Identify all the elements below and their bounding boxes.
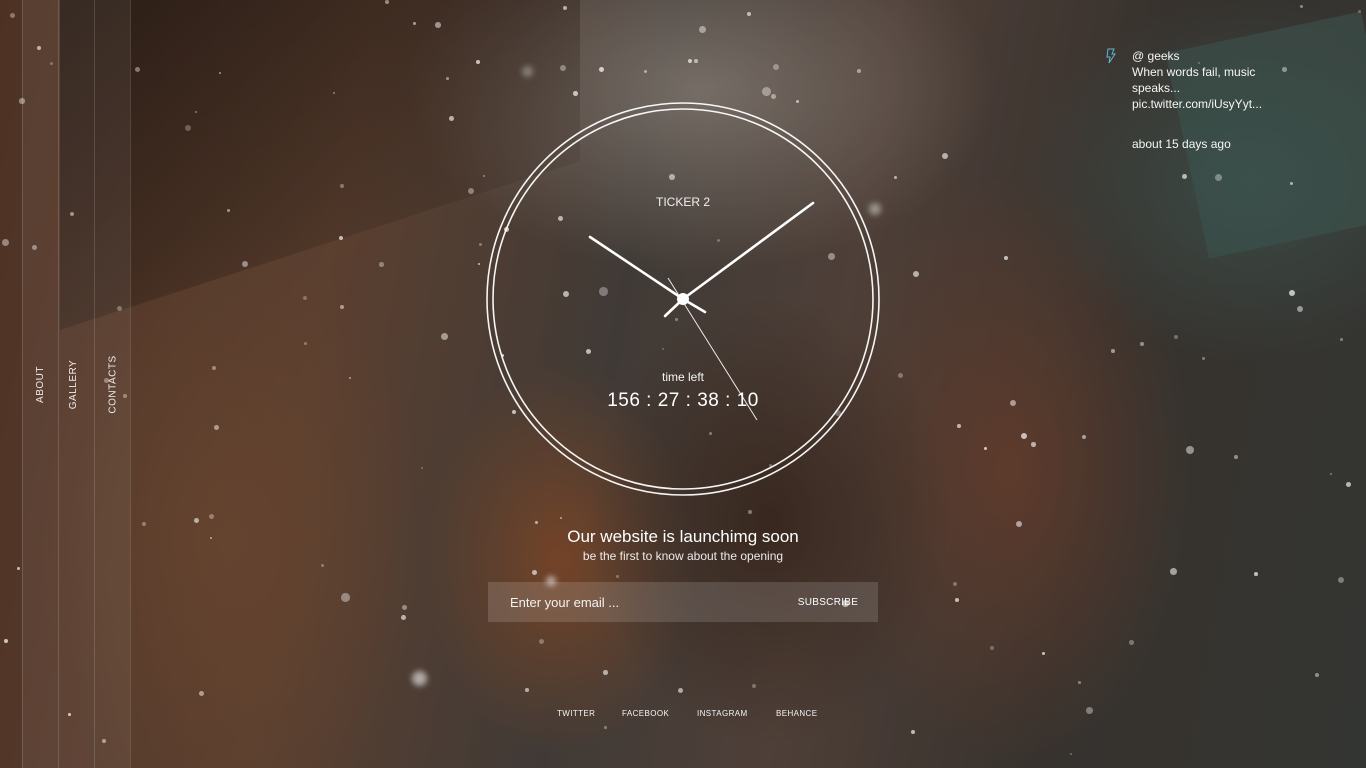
tweet-text: When words fail, music speaks... [1132, 65, 1256, 95]
snowflake [1031, 442, 1036, 447]
nav-divider [130, 0, 131, 768]
snowflake [435, 22, 441, 28]
clock-hour-hand [588, 235, 685, 301]
snowflake [1340, 338, 1343, 341]
snowflake [1254, 572, 1258, 576]
snowflake [1215, 174, 1222, 181]
snowflake [694, 59, 698, 63]
snowflake [898, 373, 903, 378]
snowflake [762, 87, 771, 96]
nav-item-about[interactable]: ABOUT [35, 366, 46, 403]
snowflake [194, 518, 199, 523]
snowflake [1170, 568, 1177, 575]
snowflake [857, 69, 861, 73]
snowflake [142, 522, 146, 526]
social-link-facebook[interactable]: FACEBOOK [622, 709, 669, 718]
snowflake [1129, 640, 1134, 645]
snowflake [525, 688, 529, 692]
snowflake [227, 209, 230, 212]
snowflake [603, 670, 608, 675]
nav-divider [58, 0, 59, 768]
snowflake [1234, 455, 1238, 459]
snowflake [385, 0, 389, 4]
snowflake [476, 60, 480, 64]
subscribe-form: SUBSCRIBE [488, 582, 878, 622]
twitter-bird-icon [1106, 48, 1116, 64]
launch-subline: be the first to know about the opening [582, 549, 784, 563]
subscribe-button[interactable]: SUBSCRIBE [778, 582, 878, 622]
snowflake [604, 726, 607, 729]
snowflake [1086, 707, 1093, 714]
countdown-clock: TICKER 2 time left 156 : 27 : 38 : 10 [486, 102, 880, 496]
snowflake [1282, 67, 1287, 72]
tweet-link[interactable]: pic.twitter.com/iUsyYyt... [1132, 96, 1282, 112]
snowflake [2, 239, 9, 246]
snowflake [957, 424, 961, 428]
snowflake [1111, 349, 1115, 353]
snowflake [942, 153, 948, 159]
snowflake [1346, 482, 1351, 487]
snowflake [771, 94, 776, 99]
snowflake [449, 116, 454, 121]
snowflake [17, 567, 20, 570]
snowflake [304, 342, 307, 345]
launch-headline: Our website is launchimg soon [567, 527, 799, 546]
countdown-value: 156 : 27 : 38 : 10 [607, 390, 759, 411]
clock-face [486, 102, 880, 496]
launch-page: ABOUT GALLERY CONTACTS TICKER 2 time lef… [0, 0, 1366, 768]
snowflake [560, 65, 566, 71]
social-link-behance[interactable]: BEHANCE [776, 709, 817, 718]
snowflake [303, 296, 308, 301]
clock-center-pin [677, 293, 689, 305]
snowflake [339, 236, 343, 240]
snowflake [413, 22, 416, 25]
snowflake [984, 447, 987, 450]
nav-item-contacts[interactable]: CONTACTS [108, 355, 119, 413]
snowflake [894, 176, 897, 179]
snowflake [1078, 681, 1081, 684]
snowflake [341, 593, 350, 602]
snowflake [990, 646, 994, 650]
nav-divider [94, 0, 95, 768]
snowflake [379, 262, 384, 267]
snowflake [599, 67, 604, 72]
clock-minute-hand [681, 201, 815, 301]
snowflake [1330, 473, 1333, 476]
ticker-label: TICKER 2 [655, 195, 710, 209]
tweet-handle[interactable]: @ geeks [1132, 48, 1282, 64]
snowflake [616, 575, 619, 578]
nav-divider [22, 0, 23, 768]
snowflake [185, 125, 191, 131]
snowflake [446, 77, 449, 80]
snowflake [401, 615, 406, 620]
snowflake [699, 26, 706, 33]
time-left-label: time left [661, 370, 704, 384]
social-link-instagram[interactable]: INSTAGRAM [697, 709, 748, 718]
snowflake [340, 184, 344, 188]
tweet-time: about 15 days ago [1132, 137, 1231, 151]
snowflake [573, 91, 578, 96]
snowflake [441, 333, 448, 340]
latest-tweet: @ geeks When words fail, music speaks...… [1132, 48, 1282, 152]
social-link-twitter[interactable]: TWITTER [557, 709, 595, 718]
snowflake [522, 66, 533, 77]
nav-item-gallery[interactable]: GALLERY [68, 360, 79, 409]
email-input[interactable] [488, 582, 778, 622]
